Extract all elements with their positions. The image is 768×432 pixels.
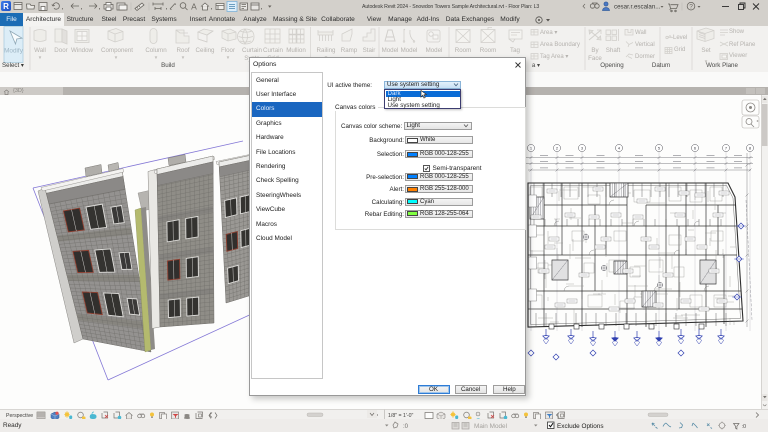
svg-text:Modify: Modify bbox=[4, 48, 24, 55]
svg-text::0: :0 bbox=[742, 424, 747, 430]
svg-text:Main Model: Main Model bbox=[474, 423, 507, 430]
svg-text:R: R bbox=[3, 2, 9, 11]
svg-text:cesar.r.escalan...: cesar.r.escalan... bbox=[614, 4, 661, 11]
svg-text:A: A bbox=[191, 2, 197, 12]
svg-text:?: ? bbox=[689, 4, 693, 11]
svg-text::0: :0 bbox=[403, 424, 409, 430]
svg-text:Exclude Options: Exclude Options bbox=[557, 423, 604, 430]
